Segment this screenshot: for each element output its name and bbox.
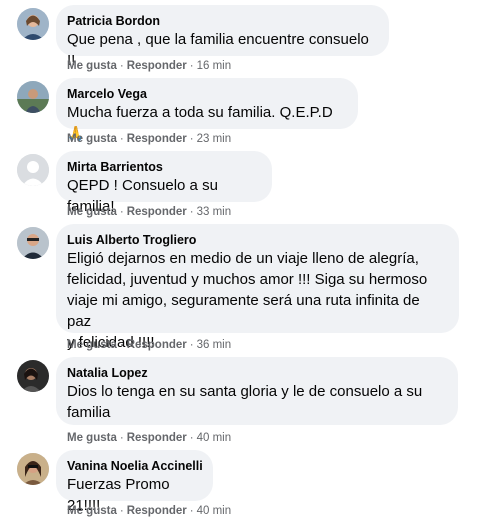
comment-actions: Me gusta · Responder · 40 min	[67, 432, 232, 444]
comment-time[interactable]: 40 min	[197, 505, 232, 517]
comment-bubble: Natalia Lopez Dios lo tenga en su santa …	[56, 357, 458, 425]
reply-button[interactable]: Responder	[127, 432, 187, 444]
reply-button[interactable]: Responder	[127, 339, 187, 351]
comment-text: Dios lo tenga en su santa gloria y le de…	[67, 381, 446, 423]
comment-actions: Me gusta · Responder · 23 min	[67, 133, 232, 145]
comment-author[interactable]: Natalia Lopez	[67, 365, 446, 381]
comment-bubble: Patricia Bordon Que pena , que la famili…	[56, 5, 389, 69]
reply-button[interactable]: Responder	[127, 60, 187, 72]
like-button[interactable]: Me gusta	[67, 60, 117, 72]
like-button[interactable]: Me gusta	[67, 339, 117, 351]
comment-bubble: Vanina Noelia Accinelli Fuerzas Promo 21…	[56, 450, 213, 514]
comment-actions: Me gusta · Responder · 33 min	[67, 206, 232, 218]
comment-bubble: Marcelo Vega Mucha fuerza a toda su fami…	[56, 78, 358, 141]
like-button[interactable]: Me gusta	[67, 432, 117, 444]
comment-time[interactable]: 36 min	[197, 339, 232, 351]
avatar[interactable]	[17, 227, 49, 259]
comment-actions: Me gusta · Responder · 16 min	[67, 60, 232, 72]
comment-text-line: Dios lo tenga en su santa gloria y le de…	[67, 383, 423, 400]
comment-bubble: Luis Alberto Trogliero Eligió dejarnos e…	[56, 224, 459, 351]
comment-author[interactable]: Mirta Barrientos	[67, 159, 260, 175]
comment-author[interactable]: Marcelo Vega	[67, 86, 346, 102]
comment-text-line: viaje mi amigo, seguramente será una rut…	[67, 292, 420, 330]
avatar[interactable]	[17, 453, 49, 485]
like-button[interactable]: Me gusta	[67, 206, 117, 218]
avatar[interactable]	[17, 81, 49, 113]
avatar[interactable]	[17, 360, 49, 392]
comment-text-line: Eligió dejarnos en medio de un viaje lle…	[67, 250, 419, 267]
like-button[interactable]: Me gusta	[67, 133, 117, 145]
comment-text: Mucha fuerza a toda su familia. Q.E.P.D	[67, 104, 333, 121]
comment-author[interactable]: Patricia Bordon	[67, 13, 377, 29]
avatar[interactable]	[17, 154, 49, 186]
comment-actions: Me gusta · Responder · 40 min	[67, 505, 232, 517]
comment-text-line: felicidad, juventud y muchos amor !!! Si…	[67, 271, 428, 288]
comment-bubble: Mirta Barrientos QEPD ! Consuelo a su fa…	[56, 151, 272, 215]
avatar[interactable]	[17, 8, 49, 40]
comment-actions: Me gusta · Responder · 36 min	[67, 339, 232, 351]
reply-button[interactable]: Responder	[127, 133, 187, 145]
comment-author[interactable]: Luis Alberto Trogliero	[67, 232, 447, 248]
reply-button[interactable]: Responder	[127, 206, 187, 218]
comment-time[interactable]: 33 min	[197, 206, 232, 218]
comment-text-line: familia	[67, 404, 111, 421]
comment-time[interactable]: 23 min	[197, 133, 232, 145]
comment-author[interactable]: Vanina Noelia Accinelli	[67, 458, 203, 474]
comment-time[interactable]: 16 min	[197, 60, 232, 72]
reply-button[interactable]: Responder	[127, 505, 187, 517]
comment-time[interactable]: 40 min	[197, 432, 232, 444]
like-button[interactable]: Me gusta	[67, 505, 117, 517]
